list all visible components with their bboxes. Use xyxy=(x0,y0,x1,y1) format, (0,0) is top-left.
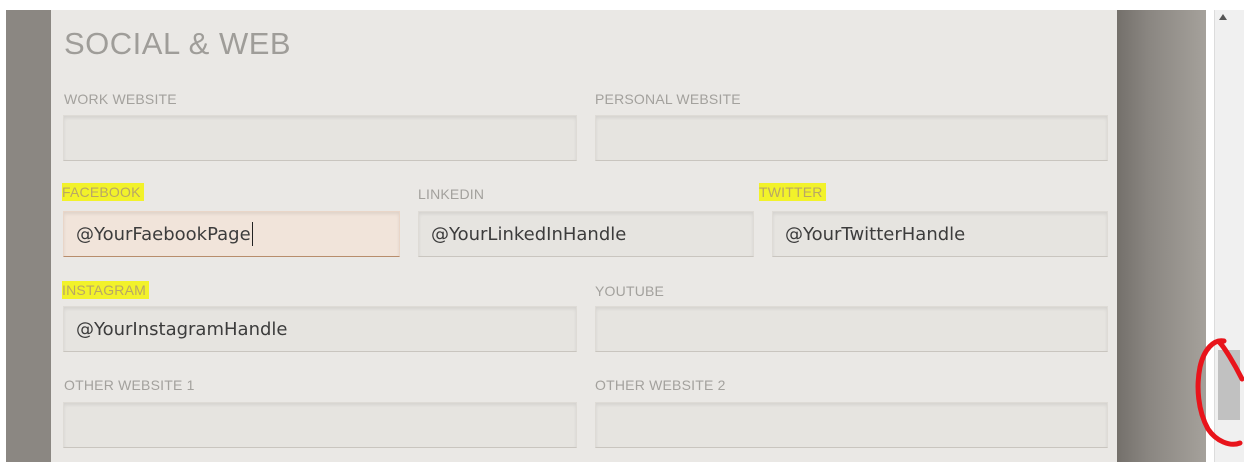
facebook-input[interactable]: @YourFaebookPage xyxy=(63,211,400,257)
facebook-value: @YourFaebookPage xyxy=(76,223,251,245)
other-website-2-label: OTHER WEBSITE 2 xyxy=(595,377,726,393)
twitter-label: TWITTER xyxy=(759,183,826,201)
scroll-up-icon[interactable] xyxy=(1219,14,1227,20)
personal-website-label: PERSONAL WEBSITE xyxy=(595,91,741,107)
youtube-label: YOUTUBE xyxy=(595,283,665,299)
other-website-2-input[interactable] xyxy=(595,402,1108,448)
instagram-value: @YourInstagramHandle xyxy=(76,318,288,340)
linkedin-label: LINKEDIN xyxy=(418,186,485,202)
red-circle-annotation-icon xyxy=(1195,338,1244,447)
linkedin-input[interactable]: @YourLinkedInHandle xyxy=(418,211,754,257)
linkedin-value: @YourLinkedInHandle xyxy=(431,223,627,245)
text-caret xyxy=(251,222,253,246)
work-website-input[interactable] xyxy=(63,115,577,161)
instagram-label: INSTAGRAM xyxy=(62,281,149,299)
twitter-input[interactable]: @YourTwitterHandle xyxy=(772,211,1108,257)
other-website-1-label: OTHER WEBSITE 1 xyxy=(64,377,195,393)
twitter-value: @YourTwitterHandle xyxy=(785,223,966,245)
youtube-input[interactable] xyxy=(595,306,1108,352)
work-website-label: WORK WEBSITE xyxy=(64,91,177,107)
instagram-input[interactable]: @YourInstagramHandle xyxy=(63,306,577,352)
other-website-1-input[interactable] xyxy=(63,402,577,448)
personal-website-input[interactable] xyxy=(595,115,1108,161)
section-title: SOCIAL & WEB xyxy=(64,26,292,61)
facebook-label: FACEBOOK xyxy=(62,183,144,201)
